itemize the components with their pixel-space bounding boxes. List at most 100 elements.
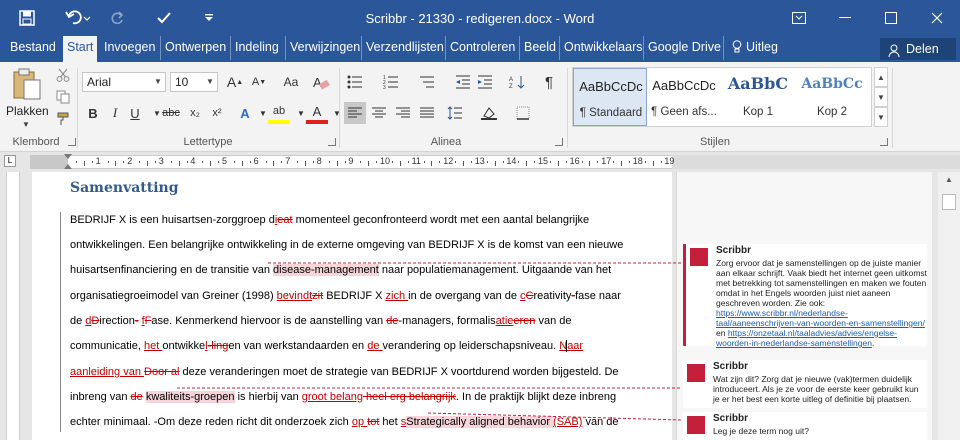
bullets-icon[interactable]	[344, 71, 366, 93]
grow-font-button[interactable]: A ▲	[224, 71, 246, 93]
document-line[interactable]: inbreng van de kwaliteits-groepen is hie…	[70, 391, 616, 403]
styles-more-icon[interactable]: ▼	[874, 107, 888, 127]
document-line[interactable]: de dDirection- fFase. Kenmerkend hiervoo…	[70, 315, 572, 327]
align-center-icon[interactable]	[368, 102, 390, 124]
line-spacing-icon[interactable]	[444, 102, 466, 124]
align-left-icon[interactable]	[344, 102, 366, 124]
comment-link[interactable]: https://onzetaal.nl/taaladvies/advies/en…	[716, 328, 897, 348]
hanging-indent-icon[interactable]	[64, 164, 72, 169]
document-line[interactable]: organisatiegroeimodel van Greiner (1998)…	[70, 290, 621, 302]
sort-icon[interactable]: AZ	[506, 71, 528, 93]
font-launcher-icon[interactable]	[328, 138, 336, 146]
document-line[interactable]: aanleiding van Door al deze veranderinge…	[70, 366, 619, 378]
borders-icon[interactable]	[512, 102, 534, 124]
document-line[interactable]: communicatie, het ontwikkel-lingen van w…	[70, 340, 583, 352]
document-line[interactable]: huisartsenfinanciering en de transitie v…	[70, 264, 611, 276]
font-size-combo[interactable]: 10 ▼	[170, 72, 218, 92]
tracked-insertion: atie	[495, 315, 514, 327]
copy-icon[interactable]	[52, 86, 74, 108]
shrink-font-button[interactable]: A ▼	[248, 71, 270, 93]
multilevel-list-icon[interactable]	[416, 71, 438, 93]
comment-card[interactable]: Scribbr Zorg ervoor dat je samenstelling…	[683, 244, 927, 348]
commented-text: Strategically aligned behavior	[406, 416, 554, 428]
style-kop-2[interactable]: AaBbCc Kop 2	[795, 68, 869, 126]
font-color-button[interactable]: A	[306, 102, 328, 124]
scroll-thumb[interactable]	[942, 194, 956, 210]
clipboard-launcher-icon[interactable]	[68, 138, 76, 146]
horizontal-ruler[interactable]: L 1 2 3 4 5 6 7 8 9 10 11 12 13 14 15 16 17 18 19	[0, 152, 960, 172]
style-standaard[interactable]: AaBbCcDc ¶ Standaard	[573, 68, 647, 126]
tab-indeling[interactable]: Indeling	[230, 36, 283, 60]
styles-launcher-icon[interactable]	[880, 138, 888, 146]
redo-icon[interactable]	[106, 0, 130, 36]
customize-quick-access-icon[interactable]	[198, 0, 220, 36]
tab-beeld[interactable]: Beeld	[519, 36, 560, 60]
scroll-up-icon[interactable]: ▲	[938, 172, 960, 188]
format-painter-icon[interactable]	[52, 108, 74, 130]
document-line[interactable]: BEDRIJF X is een huisartsen-zorggroep di…	[70, 214, 589, 226]
italic-button[interactable]: I	[104, 102, 126, 124]
text-run: ase. Kenmerkend hiervoor is de aanstelli…	[151, 315, 387, 327]
increase-indent-icon[interactable]	[474, 71, 496, 93]
numbering-icon[interactable]: 123	[380, 71, 402, 93]
justify-icon[interactable]	[416, 102, 438, 124]
change-case-button[interactable]: Aa	[280, 71, 302, 93]
paragraph-launcher-icon[interactable]	[555, 138, 563, 146]
paste-button[interactable]: Plakken ▼	[4, 66, 50, 130]
style-geen-afstand[interactable]: AaBbCcDc ¶ Geen afs...	[647, 68, 721, 126]
text-run: ontwikke	[162, 340, 206, 352]
indent-marker-icon[interactable]	[64, 154, 72, 159]
ruler-tick	[218, 161, 220, 163]
superscript-button[interactable]: x²	[206, 102, 228, 124]
shading-icon[interactable]	[478, 102, 500, 124]
subscript-button[interactable]: x₂	[184, 102, 206, 124]
clear-formatting-icon[interactable]: A	[310, 71, 332, 93]
tab-ontwikkelaars[interactable]: Ontwikkelaars	[559, 36, 647, 60]
cut-icon[interactable]	[52, 64, 74, 86]
decrease-indent-icon[interactable]	[452, 71, 474, 93]
minimize-icon[interactable]	[822, 0, 868, 36]
paste-label: Plakken	[6, 104, 49, 118]
document-line[interactable]: echter minimaal. -Om deze reden richt di…	[70, 416, 618, 428]
tab-start[interactable]: Start	[63, 36, 98, 62]
tab-google-drive[interactable]: Google Drive	[643, 36, 725, 60]
style-kop-1[interactable]: AaBbC Kop 1	[721, 68, 795, 126]
tab-verwijzingen[interactable]: Verwijzingen	[285, 36, 364, 60]
ruler-tick	[241, 161, 243, 166]
strikethrough-button[interactable]: abc	[160, 102, 182, 124]
show-formatting-button[interactable]: ¶	[538, 71, 560, 93]
tab-invoegen[interactable]: Invoegen	[100, 36, 159, 60]
comment-link[interactable]: https://www.scribbr.nl/nederlandse-taal/…	[716, 308, 925, 328]
vertical-scrollbar[interactable]: ▲	[938, 172, 960, 440]
align-right-icon[interactable]	[392, 102, 414, 124]
tracked-insertion: bevindt	[276, 290, 313, 302]
ruler-tick	[178, 161, 180, 166]
comment-card[interactable]: Scribbr Wat zijn dit? Zorg dat je nieuwe…	[683, 360, 927, 408]
bold-button[interactable]: B	[82, 102, 104, 124]
ruler-tick	[597, 161, 599, 163]
styles-scroll-down-icon[interactable]: ▼	[874, 87, 888, 107]
ruler-tick	[581, 161, 583, 163]
tab-controleren[interactable]: Controleren	[445, 36, 519, 60]
tab-ontwerpen[interactable]: Ontwerpen	[160, 36, 230, 60]
tell-me-search[interactable]: Uitleg	[723, 36, 782, 60]
ruler-tick	[486, 161, 488, 163]
comment-card[interactable]: Scribbr Leg je deze term nog uit?	[683, 412, 927, 440]
save-icon[interactable]	[12, 0, 42, 36]
style-sample: AaBbCc	[801, 76, 863, 92]
styles-scroll-up-icon[interactable]: ▲	[874, 67, 888, 87]
checkmark-icon[interactable]	[150, 0, 178, 36]
undo-button[interactable]	[56, 0, 100, 36]
font-name-combo[interactable]: Arial ▼	[82, 72, 166, 92]
document-line[interactable]: ontwikkelingen. Een belangrijke ontwikke…	[70, 239, 623, 251]
document-page[interactable]: Samenvatting BEDRIJF X is een huisartsen…	[32, 172, 672, 440]
ruler-tick	[210, 161, 212, 166]
close-icon[interactable]	[914, 0, 960, 36]
underline-button[interactable]: U	[124, 102, 146, 124]
ribbon-display-options-icon[interactable]	[776, 0, 822, 36]
highlight-button[interactable]: ab	[268, 102, 290, 124]
tab-verzendlijsten[interactable]: Verzendlijsten	[361, 36, 448, 60]
share-button[interactable]: Delen	[880, 38, 956, 60]
maximize-icon[interactable]	[868, 0, 914, 36]
tab-bestand[interactable]: Bestand	[6, 36, 60, 60]
